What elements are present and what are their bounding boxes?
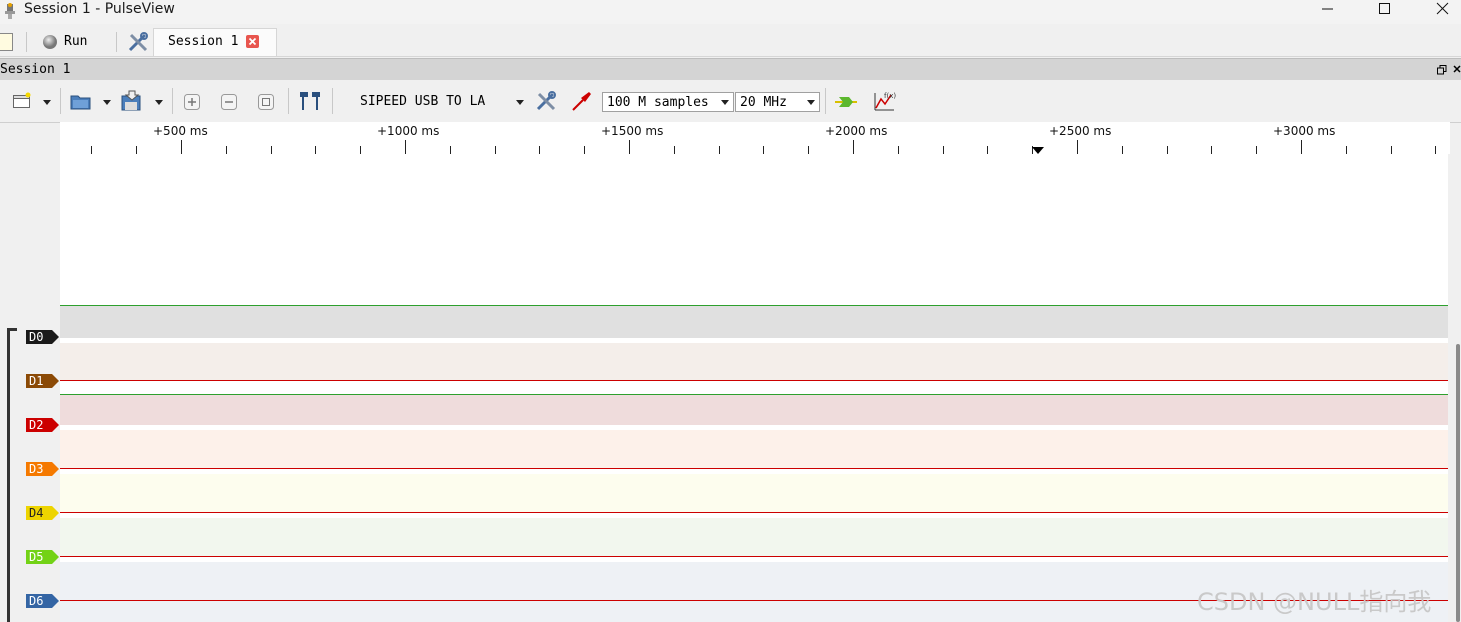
dock-title: Session 1 — [0, 62, 71, 77]
window-title-bar: Session 1 - PulseView — [0, 0, 1461, 24]
open-folder-icon[interactable] — [70, 91, 92, 111]
toolbar-separator — [60, 88, 61, 114]
run-button[interactable]: Run — [40, 32, 100, 52]
sample-rate-dropdown-icon — [807, 100, 815, 105]
device-selector[interactable]: SIPEED USB TO LA — [350, 92, 530, 112]
ruler-tick-label: +3000 ms — [1273, 124, 1336, 138]
minimize-button[interactable] — [1304, 0, 1350, 22]
d2-band — [60, 395, 1448, 425]
zoom-fit-icon[interactable] — [256, 92, 276, 112]
channel-label-d4[interactable]: D4 — [26, 506, 59, 520]
device-configure-icon[interactable] — [535, 90, 557, 112]
vertical-scrollbar[interactable] — [1448, 154, 1461, 622]
probes-icon[interactable] — [571, 90, 593, 112]
toolbar-separator — [172, 88, 173, 114]
channel-label-d5[interactable]: D5 — [26, 550, 59, 564]
add-view-icon[interactable] — [12, 92, 32, 110]
channel-group-bracket-top — [7, 328, 17, 331]
zoom-in-icon[interactable] — [182, 92, 202, 112]
session-tab-label: Session 1 — [168, 34, 239, 49]
device-label: SIPEED USB TO LA — [360, 94, 486, 109]
sample-rate-select[interactable]: 20 MHz — [735, 92, 820, 112]
close-button[interactable] — [1415, 0, 1461, 22]
ruler-tick-label: +2000 ms — [825, 124, 888, 138]
d0-band — [60, 306, 1448, 338]
d0-signal-line — [60, 305, 1448, 306]
channel-label-d2[interactable]: D2 — [26, 418, 59, 432]
save-dropdown-icon[interactable] — [155, 100, 163, 105]
cursors-icon[interactable] — [298, 90, 322, 112]
pulseview-app-icon — [5, 3, 15, 19]
sample-rate-value: 20 MHz — [740, 95, 787, 110]
toolbar-separator — [288, 88, 289, 114]
toolbar-separator — [332, 88, 333, 114]
window-title: Session 1 - PulseView — [24, 1, 175, 17]
svg-text:f(x): f(x) — [884, 92, 896, 100]
watermark: CSDN @NULL指向我 — [1197, 588, 1432, 616]
d3-band — [60, 430, 1448, 468]
float-dock-icon[interactable] — [1437, 65, 1447, 75]
sample-count-select[interactable]: 100 M samples — [602, 92, 734, 112]
new-session-icon[interactable] — [0, 33, 13, 51]
ruler-tick-label: +500 ms — [153, 124, 208, 138]
channel-label-d0[interactable]: D0 — [26, 330, 59, 344]
d1-band — [60, 343, 1448, 381]
close-tab-icon[interactable] — [246, 35, 259, 48]
d1-signal-line — [60, 380, 1448, 381]
maximize-button[interactable] — [1362, 0, 1408, 22]
channel-label-d6[interactable]: D6 — [26, 594, 59, 608]
math-signal-icon[interactable]: f(x) — [872, 90, 896, 112]
ruler-tick-label: +2500 ms — [1049, 124, 1112, 138]
d5-signal-line — [60, 556, 1448, 557]
d4-signal-line — [60, 512, 1448, 513]
save-icon[interactable] — [120, 90, 144, 112]
add-view-dropdown-icon[interactable] — [43, 100, 51, 105]
run-label: Run — [64, 34, 88, 49]
close-dock-icon[interactable] — [1453, 65, 1461, 75]
d3-signal-line — [60, 468, 1448, 469]
toolbar-separator — [825, 88, 826, 114]
toolbar-separator — [26, 32, 27, 52]
zoom-out-icon[interactable] — [219, 92, 239, 112]
dock-title-bar: Session 1 — [0, 58, 1461, 81]
channel-label-d3[interactable]: D3 — [26, 462, 59, 476]
channel-group-bracket — [7, 328, 10, 622]
tab-session-1[interactable]: Session 1 — [153, 28, 277, 56]
sample-count-dropdown-icon — [721, 100, 729, 105]
open-dropdown-icon[interactable] — [103, 100, 111, 105]
scrollbar-thumb[interactable] — [1456, 344, 1460, 622]
d5-band — [60, 518, 1448, 556]
add-decoder-icon[interactable] — [834, 92, 858, 112]
ruler-tick-label: +1000 ms — [377, 124, 440, 138]
channel-label-d1[interactable]: D1 — [26, 374, 59, 388]
run-circle-icon — [43, 35, 57, 49]
settings-tools-icon[interactable] — [127, 31, 149, 53]
d4-band — [60, 474, 1448, 512]
device-dropdown-icon — [516, 100, 524, 105]
toolbar-separator — [116, 32, 117, 52]
ruler-tick-marks — [91, 140, 1436, 154]
ruler-tick-label: +1500 ms — [601, 124, 664, 138]
sample-count-value: 100 M samples — [607, 95, 709, 110]
